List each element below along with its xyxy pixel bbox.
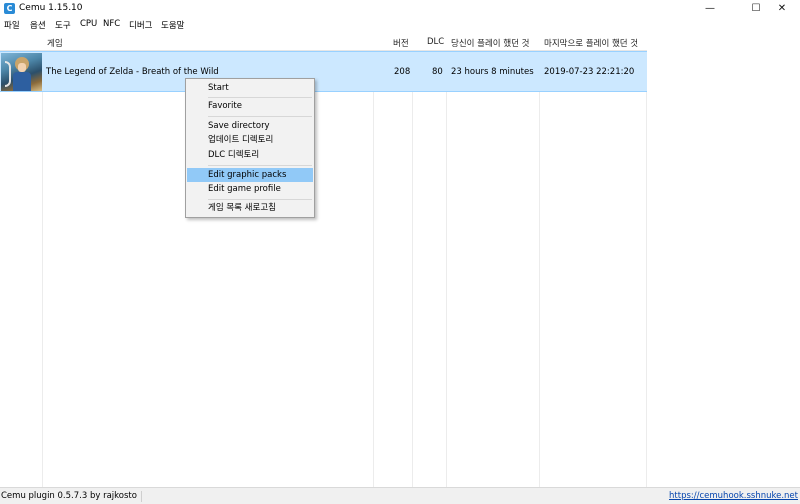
minimize-button[interactable]: — <box>692 0 728 18</box>
plugin-status: Cemu plugin 0.5.7.3 by rajkosto <box>1 491 142 502</box>
context-menu-edit-graphic-packs[interactable]: Edit graphic packs <box>187 168 313 182</box>
menu-separator <box>208 97 312 98</box>
cemu-app-icon: C <box>4 3 15 14</box>
game-list-header: 게임 버전 DLC 당신이 플레이 했던 것 마지막으로 플레이 했던 것 <box>0 33 647 51</box>
menu-separator <box>208 199 312 200</box>
window-title: Cemu 1.15.10 <box>19 3 83 13</box>
menu-file[interactable]: 파일 <box>2 19 22 31</box>
column-divider <box>373 33 374 487</box>
game-context-menu: Start Favorite Save directory 업데이트 디렉토리 … <box>185 78 315 218</box>
close-button[interactable]: ✕ <box>764 0 800 18</box>
context-menu-refresh-list[interactable]: 게임 목록 새로고침 <box>187 201 313 215</box>
menu-tools[interactable]: 도구 <box>53 19 73 31</box>
header-played-time[interactable]: 당신이 플레이 했던 것 <box>451 37 530 49</box>
column-divider <box>646 33 647 487</box>
context-menu-favorite[interactable]: Favorite <box>187 99 313 113</box>
column-divider <box>446 33 447 487</box>
game-dlc: 80 <box>432 67 443 77</box>
menu-bar: 파일 옵션 도구 CPU NFC 디버그 도움말 <box>0 18 800 32</box>
game-version: 208 <box>394 67 411 77</box>
cemuhook-link[interactable]: https://cemuhook.sshnuke.net <box>669 491 798 501</box>
game-last-played: 2019-07-23 22:21:20 <box>544 67 635 77</box>
game-row[interactable]: The Legend of Zelda - Breath of the Wild… <box>0 51 647 92</box>
context-menu-edit-game-profile[interactable]: Edit game profile <box>187 182 313 196</box>
header-game[interactable]: 게임 <box>47 37 63 49</box>
column-divider <box>42 33 43 487</box>
game-icon <box>1 53 42 91</box>
menu-help[interactable]: 도움말 <box>159 19 186 31</box>
menu-options[interactable]: 옵션 <box>28 19 48 31</box>
menu-cpu[interactable]: CPU <box>78 19 99 29</box>
menu-separator <box>208 165 312 166</box>
game-played-time: 23 hours 8 minutes <box>451 67 534 77</box>
header-last-played[interactable]: 마지막으로 플레이 했던 것 <box>544 37 638 49</box>
header-dlc[interactable]: DLC <box>427 37 444 47</box>
title-bar: C Cemu 1.15.10 — ☐ ✕ <box>0 0 800 18</box>
header-version[interactable]: 버전 <box>393 37 409 49</box>
game-title: The Legend of Zelda - Breath of the Wild <box>46 67 219 77</box>
status-bar: Cemu plugin 0.5.7.3 by rajkosto https://… <box>0 487 800 504</box>
menu-debug[interactable]: 디버그 <box>127 19 154 31</box>
context-menu-save-directory[interactable]: Save directory <box>187 119 313 133</box>
context-menu-update-directory[interactable]: 업데이트 디렉토리 <box>187 133 313 147</box>
context-menu-start[interactable]: Start <box>187 81 313 95</box>
column-divider <box>412 33 413 487</box>
context-menu-dlc-directory[interactable]: DLC 디렉토리 <box>187 148 313 162</box>
column-divider <box>539 33 540 487</box>
menu-separator <box>208 116 312 117</box>
menu-nfc[interactable]: NFC <box>101 19 122 29</box>
